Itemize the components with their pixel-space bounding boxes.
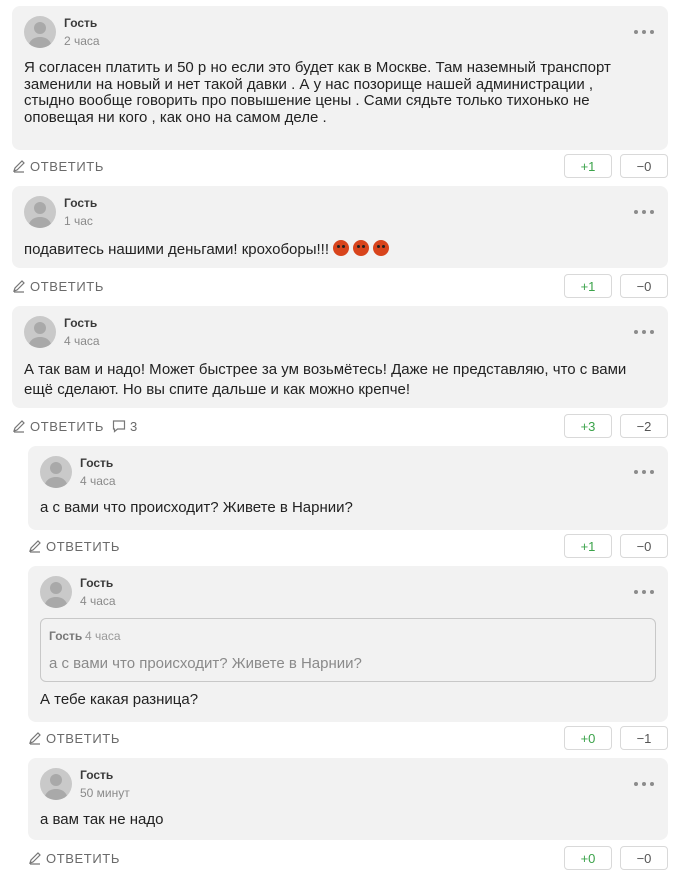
angry-face-emoji: [373, 240, 390, 256]
comment-text: А так вам и надо! Может быстрее за ум во…: [24, 360, 654, 400]
comment: Гость 2 часа Я согласен платить и 50 р н…: [12, 6, 668, 178]
comment-actions: ОТВЕТИТЬ +0 −1: [28, 726, 668, 750]
comment-text: Я согласен платить и 50 р но если это бу…: [24, 59, 654, 126]
avatar[interactable]: [24, 16, 56, 48]
upvote-button[interactable]: +1: [564, 274, 612, 298]
comment-card: Гость 4 часа А так вам и надо! Может быс…: [12, 306, 668, 408]
reply-label: ОТВЕТИТЬ: [46, 850, 120, 866]
reply-label: ОТВЕТИТЬ: [30, 158, 104, 174]
upvote-button[interactable]: +0: [564, 846, 612, 870]
reply-label: ОТВЕТИТЬ: [30, 278, 104, 294]
comment-text-line: стыдно вообще говорить про повышение цен…: [24, 92, 590, 109]
comment-time: 2 часа: [64, 34, 100, 48]
comment-time: 4 часа: [80, 594, 116, 608]
downvote-button[interactable]: −0: [620, 534, 668, 558]
upvote-button[interactable]: +1: [564, 534, 612, 558]
author-name[interactable]: Гость: [64, 16, 97, 30]
comment-text-line: А так вам и надо! Может быстрее за ум во…: [24, 361, 627, 378]
comment: Гость 4 часа А так вам и надо! Может быс…: [12, 306, 668, 438]
angry-face-emoji: [333, 240, 350, 256]
avatar[interactable]: [40, 768, 72, 800]
avatar[interactable]: [24, 316, 56, 348]
comment-text-line: оповещая ни кого , как оно на самом деле…: [24, 108, 327, 126]
comment-time: 4 часа: [64, 334, 100, 348]
pencil-icon: [29, 540, 41, 553]
avatar[interactable]: [24, 196, 56, 228]
quoted-time: 4 часа: [85, 629, 121, 643]
comment-card: Гость 50 минут а вам так не надо: [28, 758, 668, 840]
quoted-author: Гость: [49, 629, 83, 643]
angry-face-emoji: [353, 240, 370, 256]
reply-button[interactable]: ОТВЕТИТЬ: [28, 534, 120, 558]
author-name[interactable]: Гость: [64, 316, 97, 330]
speech-bubble-icon: [112, 420, 126, 433]
comment-text-line: заменили на новый и нет такой давки . А …: [24, 75, 594, 93]
reply-label: ОТВЕТИТЬ: [46, 538, 120, 554]
upvote-button[interactable]: +1: [564, 154, 612, 178]
comment-text-content: подавитесь нашими деньгами! крохоборы!!!: [24, 241, 330, 258]
comment-card: Гость 1 час подавитесь нашими деньгами! …: [12, 186, 668, 268]
avatar[interactable]: [40, 576, 72, 608]
comment-card: Гость 2 часа Я согласен платить и 50 р н…: [12, 6, 668, 150]
more-dots-icon[interactable]: [634, 208, 654, 216]
comment-text-line: Я согласен платить и 50 р но если это бу…: [24, 59, 611, 76]
reply-button[interactable]: ОТВЕТИТЬ: [12, 154, 104, 178]
quoted-comment[interactable]: Гость 4 часа а с вами что происходит? Жи…: [40, 618, 656, 682]
pencil-icon: [13, 280, 25, 293]
comment-actions: ОТВЕТИТЬ +0 −0: [28, 846, 668, 870]
more-dots-icon[interactable]: [634, 588, 654, 596]
comment-card: Гость 4 часа Гость 4 часа а с вами что п…: [28, 566, 668, 722]
comment-text: а вам так не надо: [40, 811, 164, 828]
reply-comment: Гость 4 часа а с вами что происходит? Жи…: [28, 446, 668, 558]
pencil-icon: [13, 420, 25, 433]
more-dots-icon[interactable]: [634, 780, 654, 788]
quoted-text: а с вами что происходит? Живете в Нарнии…: [49, 655, 362, 672]
comment: Гость 1 час подавитесь нашими деньгами! …: [12, 186, 668, 298]
comment-text-line: ещё сделают. Но вы спите дальше и как мо…: [24, 381, 411, 398]
replies-count-button[interactable]: 3: [112, 414, 137, 438]
reply-button[interactable]: ОТВЕТИТЬ: [12, 274, 104, 298]
more-dots-icon[interactable]: [634, 468, 654, 476]
reply-button[interactable]: ОТВЕТИТЬ: [28, 726, 120, 750]
downvote-button[interactable]: −2: [620, 414, 668, 438]
reply-button[interactable]: ОТВЕТИТЬ: [28, 846, 120, 870]
reply-button[interactable]: ОТВЕТИТЬ: [12, 414, 104, 438]
downvote-button[interactable]: −1: [620, 726, 668, 750]
comment-card: Гость 4 часа а с вами что происходит? Жи…: [28, 446, 668, 530]
reply-comment: Гость 50 минут а вам так не надо ОТВЕТИТ…: [28, 758, 668, 870]
downvote-button[interactable]: −0: [620, 154, 668, 178]
more-dots-icon[interactable]: [634, 28, 654, 36]
comment-actions: ОТВЕТИТЬ +1 −0: [12, 154, 668, 178]
author-name[interactable]: Гость: [64, 196, 97, 210]
replies-count: 3: [130, 418, 138, 434]
author-name[interactable]: Гость: [80, 768, 113, 782]
pencil-icon: [29, 732, 41, 745]
comment-time: 4 часа: [80, 474, 116, 488]
more-dots-icon[interactable]: [634, 328, 654, 336]
comment-text: А тебе какая разница?: [40, 691, 199, 708]
comment-actions: ОТВЕТИТЬ 3 +3 −2: [12, 414, 668, 438]
reply-comment: Гость 4 часа Гость 4 часа а с вами что п…: [28, 566, 668, 750]
comment-time: 1 час: [64, 214, 93, 228]
comment-actions: ОТВЕТИТЬ +1 −0: [28, 534, 668, 558]
downvote-button[interactable]: −0: [620, 846, 668, 870]
comment-time: 50 минут: [80, 786, 130, 800]
avatar[interactable]: [40, 456, 72, 488]
upvote-button[interactable]: +3: [564, 414, 612, 438]
comment-text: подавитесь нашими деньгами! крохоборы!!!: [24, 240, 654, 259]
pencil-icon: [13, 160, 25, 173]
reply-label: ОТВЕТИТЬ: [30, 418, 104, 434]
upvote-button[interactable]: +0: [564, 726, 612, 750]
author-name[interactable]: Гость: [80, 456, 113, 470]
comment-text: а с вами что происходит? Живете в Нарнии…: [40, 499, 353, 516]
author-name[interactable]: Гость: [80, 576, 113, 590]
comment-actions: ОТВЕТИТЬ +1 −0: [12, 274, 668, 298]
pencil-icon: [29, 852, 41, 865]
reply-label: ОТВЕТИТЬ: [46, 730, 120, 746]
downvote-button[interactable]: −0: [620, 274, 668, 298]
